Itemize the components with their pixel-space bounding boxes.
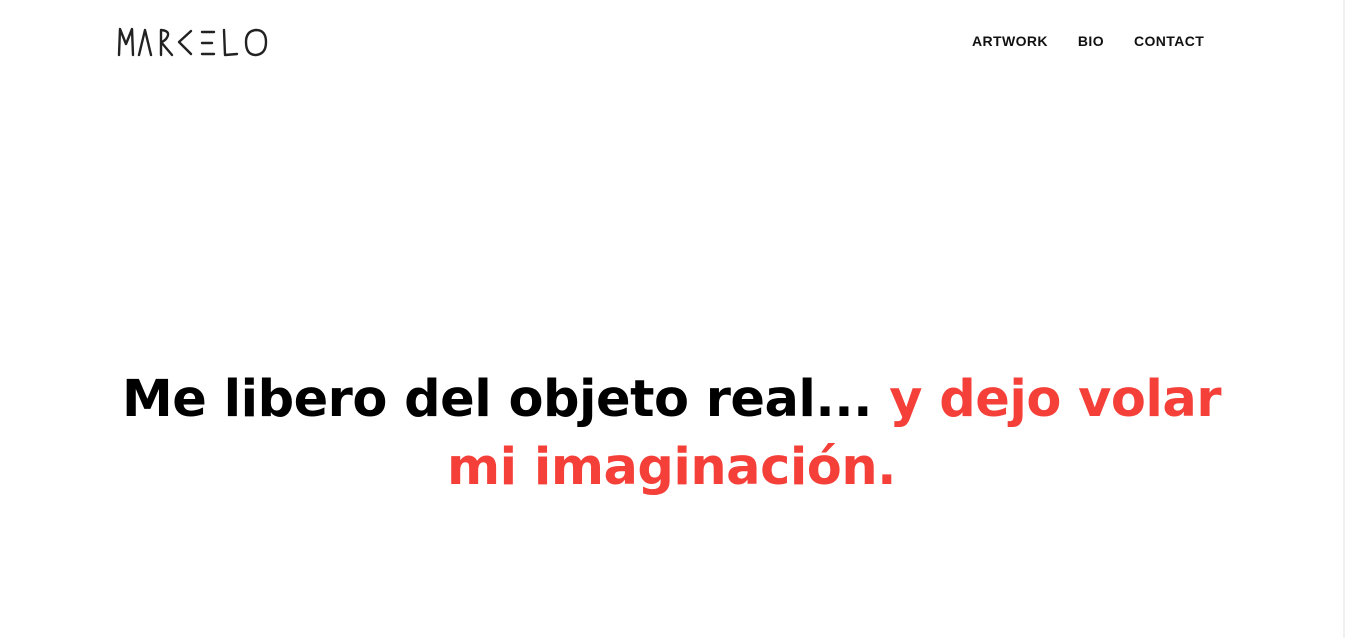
page: ARTWORK BIO CONTACT Me libero del objeto… [0, 0, 1343, 638]
logo-link[interactable] [116, 24, 278, 60]
hero-headline-black: Me libero del objeto real... [122, 370, 872, 430]
marcelo-logo-icon [117, 27, 268, 57]
hero-headline: Me libero del objeto real... y dejo vola… [80, 366, 1263, 502]
nav-item-contact[interactable]: CONTACT [1134, 32, 1204, 50]
nav-item-bio[interactable]: BIO [1078, 32, 1104, 50]
nav-item-artwork[interactable]: ARTWORK [972, 32, 1048, 50]
main-nav: ARTWORK BIO CONTACT [972, 32, 1204, 50]
